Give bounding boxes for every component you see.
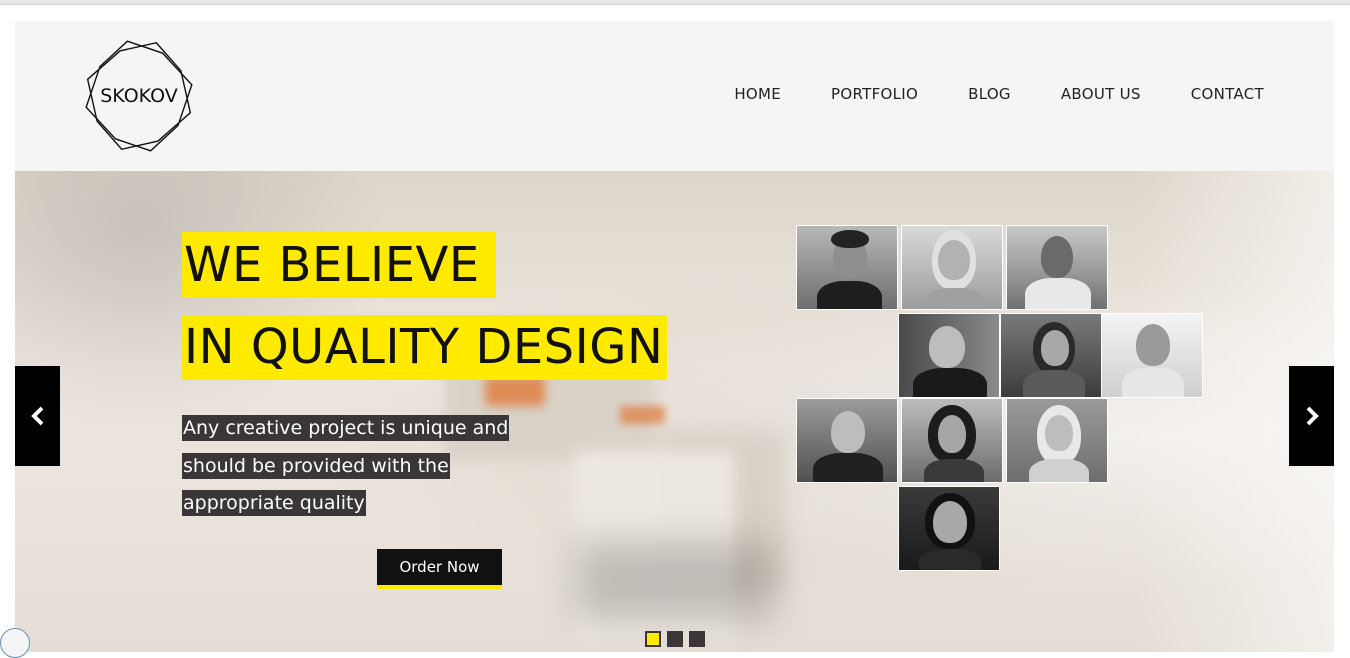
subtext-line-1: Any creative project is unique and: [182, 415, 509, 441]
browser-top-edge: [0, 0, 1350, 5]
subtext-line-2: should be provided with the: [182, 453, 450, 479]
logo-text: SKOKOV: [79, 37, 199, 155]
headline-line-2: IN QUALITY DESIGN: [182, 315, 667, 380]
team-photo: [796, 398, 898, 483]
team-photo: [898, 486, 1000, 571]
main-nav: HOME PORTFOLIO BLOG ABOUT US CONTACT: [734, 85, 1264, 103]
logo[interactable]: SKOKOV: [79, 37, 199, 155]
order-now-button[interactable]: Order Now: [377, 549, 502, 589]
slide-dot-3[interactable]: [689, 631, 705, 647]
chevron-left-icon: [30, 406, 46, 426]
team-photo: [901, 398, 1003, 483]
subtext-line-3: appropriate quality: [182, 490, 366, 516]
team-photo: [796, 225, 898, 310]
chevron-right-icon: [1304, 406, 1320, 426]
headline-line-1: WE BELIEVE: [182, 232, 496, 298]
slider-next-button[interactable]: [1289, 366, 1334, 466]
nav-about-us[interactable]: ABOUT US: [1061, 85, 1141, 103]
nav-blog[interactable]: BLOG: [968, 85, 1011, 103]
team-photo: [1006, 225, 1108, 310]
nav-home[interactable]: HOME: [734, 85, 781, 103]
team-photo: [1000, 313, 1102, 398]
hero-slider: WE BELIEVE IN QUALITY DESIGN Any creativ…: [15, 171, 1334, 652]
background-blur: [485, 376, 545, 406]
background-blur: [575, 541, 775, 621]
team-photo: [901, 225, 1003, 310]
slide-dot-1[interactable]: [645, 631, 661, 647]
slide-dot-2[interactable]: [667, 631, 683, 647]
nav-portfolio[interactable]: PORTFOLIO: [831, 85, 918, 103]
background-blur: [620, 406, 665, 424]
page: SKOKOV HOME PORTFOLIO BLOG ABOUT US CONT…: [15, 21, 1334, 652]
corner-circle-icon: [0, 628, 30, 658]
team-photo: [1101, 313, 1203, 398]
site-header: SKOKOV HOME PORTFOLIO BLOG ABOUT US CONT…: [15, 21, 1334, 171]
slider-prev-button[interactable]: [15, 366, 60, 466]
team-photo: [1006, 398, 1108, 483]
nav-contact[interactable]: CONTACT: [1191, 85, 1264, 103]
team-photo: [898, 313, 1000, 398]
slider-pagination: [645, 631, 705, 647]
